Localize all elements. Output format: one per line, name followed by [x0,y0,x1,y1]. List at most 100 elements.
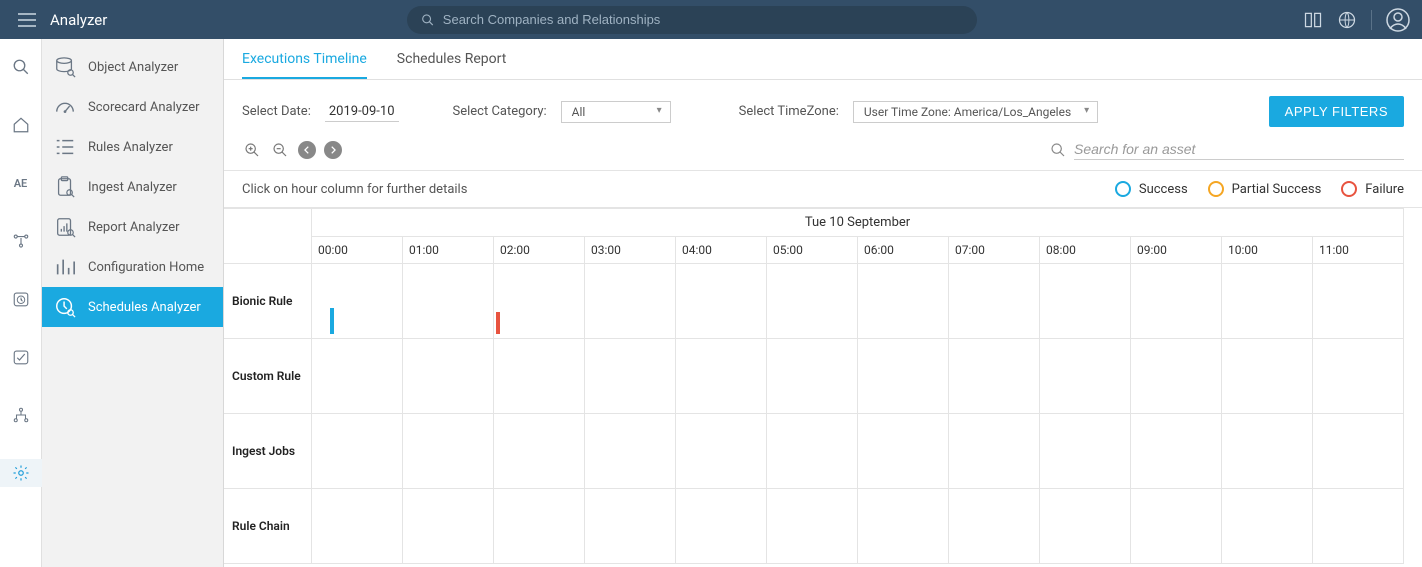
globe-icon[interactable] [1337,10,1357,30]
sidebar-item-object-analyzer[interactable]: Object Analyzer [42,47,223,87]
timezone-label: Select TimeZone: [739,104,839,119]
timeline-cell[interactable] [1313,339,1404,414]
timeline-cell[interactable] [494,264,585,339]
asset-search-input[interactable] [1074,139,1404,160]
next-arrow-icon[interactable] [324,141,342,159]
rail-gear-icon[interactable] [0,459,42,487]
timeline-cell[interactable] [949,489,1040,564]
hour-header[interactable]: 01:00 [403,237,494,264]
timeline-cell[interactable] [1131,414,1222,489]
tab-schedules-report[interactable]: Schedules Report [397,51,506,79]
zoom-in-icon[interactable] [242,140,262,160]
timeline-cell[interactable] [858,489,949,564]
timeline-cell[interactable] [1040,489,1131,564]
timeline-cell[interactable] [858,264,949,339]
date-picker[interactable]: 2019-09-10 [325,102,399,122]
timeline-cell[interactable] [494,339,585,414]
timeline-cell[interactable] [403,339,494,414]
timeline-cell[interactable] [949,414,1040,489]
prev-arrow-icon[interactable] [298,141,316,159]
sidebar-item-scorecard-analyzer[interactable]: Scorecard Analyzer [42,87,223,127]
sidebar-item-ingest-analyzer[interactable]: Ingest Analyzer [42,167,223,207]
category-select[interactable]: All [561,101,671,123]
legend-success: Success [1115,181,1188,197]
timeline-cell[interactable] [312,339,403,414]
timeline-cell[interactable] [1222,264,1313,339]
timeline-cell[interactable] [585,264,676,339]
timeline-cell[interactable] [1313,489,1404,564]
timeline-cell[interactable] [403,489,494,564]
timeline-cell[interactable] [312,414,403,489]
timeline-cell[interactable] [494,489,585,564]
execution-bar-failure[interactable] [496,312,500,334]
timeline-cell[interactable] [949,339,1040,414]
sidebar-item-report-analyzer[interactable]: Report Analyzer [42,207,223,247]
hour-header[interactable]: 06:00 [858,237,949,264]
timeline-cell[interactable] [1040,264,1131,339]
timeline-cell[interactable] [676,489,767,564]
hour-header[interactable]: 04:00 [676,237,767,264]
timezone-select[interactable]: User Time Zone: America/Los_Angeles [853,101,1098,123]
timeline-cell[interactable] [585,414,676,489]
hour-header[interactable]: 07:00 [949,237,1040,264]
hour-header[interactable]: 02:00 [494,237,585,264]
timeline-cell[interactable] [767,414,858,489]
zoom-out-icon[interactable] [270,140,290,160]
timeline-grid: Tue 10 September 00:00 01:00 02:00 03:00… [224,208,1422,564]
timeline-cell[interactable] [585,339,676,414]
timeline-cell[interactable] [403,414,494,489]
timeline-cell[interactable] [1222,414,1313,489]
failure-ring-icon [1341,181,1357,197]
global-search[interactable] [407,6,977,34]
hour-header[interactable]: 05:00 [767,237,858,264]
timeline-cell[interactable] [585,489,676,564]
global-search-input[interactable] [443,12,964,27]
hour-header[interactable]: 03:00 [585,237,676,264]
rail-clock-icon[interactable] [0,285,42,313]
timeline-cell[interactable] [858,414,949,489]
timeline-cell[interactable] [1131,339,1222,414]
rail-home-icon[interactable] [0,111,42,139]
timeline-cell[interactable] [767,489,858,564]
timeline-cell[interactable] [767,264,858,339]
timeline-cell[interactable] [1131,489,1222,564]
timeline-cell[interactable] [1040,414,1131,489]
timeline-cell[interactable] [949,264,1040,339]
timeline-cell[interactable] [1040,339,1131,414]
hour-header[interactable]: 09:00 [1131,237,1222,264]
sidebar-item-label: Configuration Home [88,260,204,275]
hamburger-menu-icon[interactable] [12,13,42,27]
timeline-cell[interactable] [1222,339,1313,414]
apply-filters-button[interactable]: APPLY FILTERS [1269,96,1404,127]
timeline-cell[interactable] [494,414,585,489]
hour-header[interactable]: 10:00 [1222,237,1313,264]
sidebar-item-configuration-home[interactable]: Configuration Home [42,247,223,287]
sidebar-item-rules-analyzer[interactable]: Rules Analyzer [42,127,223,167]
timeline-cell[interactable] [312,489,403,564]
timeline-cell[interactable] [1313,414,1404,489]
timeline-cell[interactable] [1131,264,1222,339]
timeline-cell[interactable] [858,339,949,414]
sidebar-item-schedules-analyzer[interactable]: Schedules Analyzer [42,287,223,327]
timeline-cell[interactable] [312,264,403,339]
rail-path-icon[interactable] [0,227,42,255]
date-label: Select Date: [242,104,311,119]
tab-executions-timeline[interactable]: Executions Timeline [242,51,367,79]
timeline-cell[interactable] [1313,264,1404,339]
rail-ae-text[interactable]: AE [0,169,42,197]
timeline-cell[interactable] [1222,489,1313,564]
timeline-cell[interactable] [676,414,767,489]
rail-check-icon[interactable] [0,343,42,371]
hour-header[interactable]: 08:00 [1040,237,1131,264]
timeline-cell[interactable] [403,264,494,339]
timeline-cell[interactable] [676,339,767,414]
execution-bar-success[interactable] [330,308,334,334]
hour-header[interactable]: 00:00 [312,237,403,264]
timeline-cell[interactable] [676,264,767,339]
book-icon[interactable] [1303,10,1323,30]
rail-search-icon[interactable] [0,53,42,81]
user-avatar-icon[interactable] [1386,8,1410,32]
hour-header[interactable]: 11:00 [1313,237,1404,264]
timeline-cell[interactable] [767,339,858,414]
rail-org-icon[interactable] [0,401,42,429]
